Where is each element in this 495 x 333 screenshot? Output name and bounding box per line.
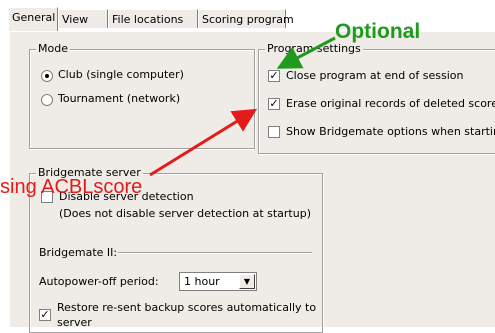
annotation-optional: Optional (335, 20, 421, 43)
annotation-using: sing ACBLscore (0, 176, 143, 198)
annotation-arrows (149, 36, 336, 177)
tab-general[interactable]: General (8, 7, 58, 31)
red-arrow (149, 108, 258, 177)
green-arrow (276, 36, 336, 69)
